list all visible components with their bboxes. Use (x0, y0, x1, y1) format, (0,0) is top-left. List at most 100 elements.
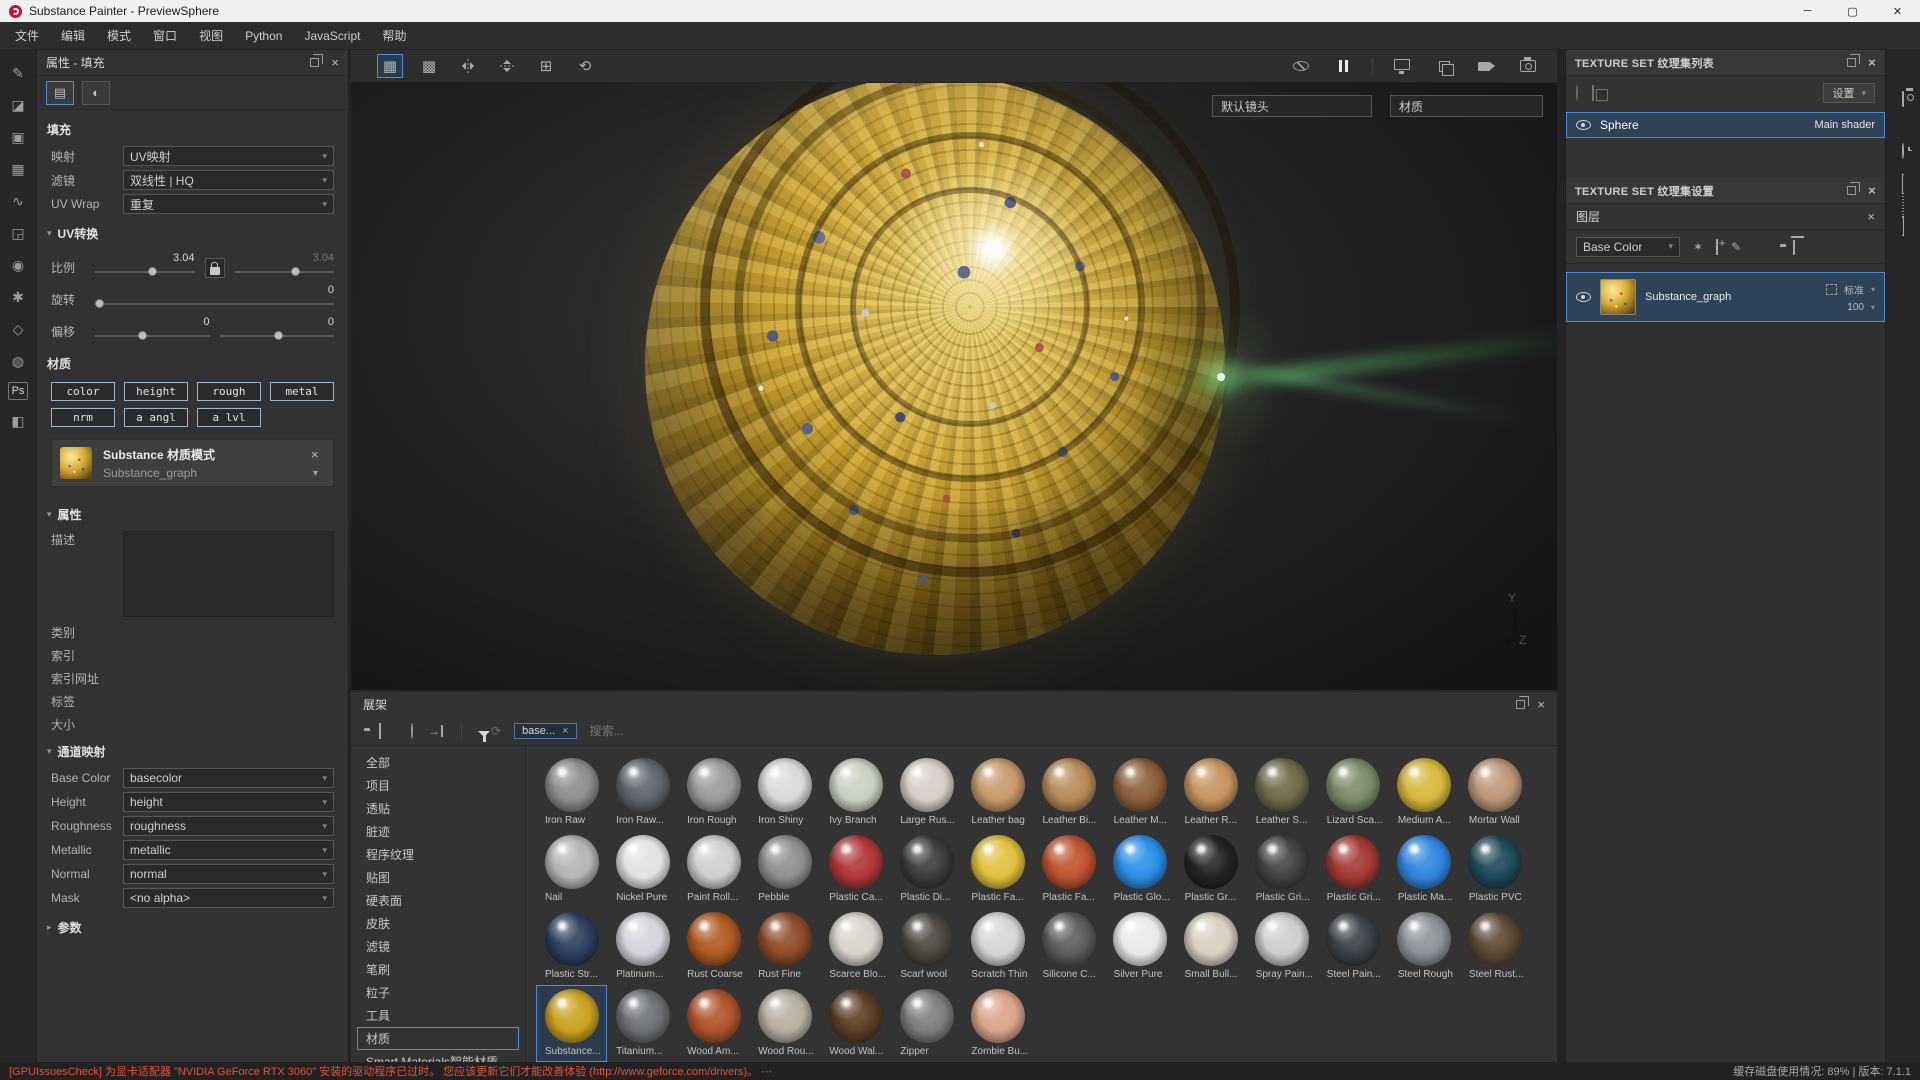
material-item[interactable]: Leather Bi... (1033, 754, 1104, 831)
material-mode-button[interactable]: ◐ (82, 81, 110, 105)
texture-set-row[interactable]: Sphere Main shader (1566, 112, 1885, 138)
channel-button[interactable]: color (51, 382, 115, 401)
mirror-vertical-icon[interactable] (495, 53, 519, 79)
shelf-category[interactable]: 笔刷 (357, 958, 519, 981)
material-item[interactable]: Platinum... (607, 908, 678, 985)
shelf-category[interactable]: 滤镜 (357, 935, 519, 958)
material-item[interactable]: Iron Shiny (749, 754, 820, 831)
material-item[interactable]: Scratch Thin (962, 908, 1033, 985)
tool-icon[interactable]: ◉ (6, 254, 30, 276)
offset-slider-2[interactable] (220, 330, 335, 342)
material-item[interactable]: Plastic Str... (536, 908, 607, 985)
shading-dropdown[interactable]: 材质 (1390, 95, 1543, 117)
mask-placeholder-icon[interactable] (1826, 284, 1837, 295)
shelf-category[interactable]: 透贴 (357, 797, 519, 820)
channel-dropdown[interactable]: height (123, 792, 334, 812)
viewport-layout-icon[interactable] (1431, 54, 1457, 78)
shelf-category[interactable]: 全部 (357, 751, 519, 774)
channel-select-dropdown[interactable]: Base Color (1576, 237, 1680, 257)
tiling-icon[interactable]: ▦ (377, 54, 403, 78)
material-item[interactable]: Leather S... (1247, 754, 1318, 831)
material-item[interactable]: Plastic Fa... (1033, 831, 1104, 908)
material-item[interactable]: Wood Rou... (749, 985, 820, 1062)
material-item[interactable]: Mortar Wall (1460, 754, 1531, 831)
channel-dropdown[interactable]: roughness (123, 816, 334, 836)
menu-item[interactable]: 文件 (4, 22, 50, 49)
shelf-category[interactable]: 硬表面 (357, 889, 519, 912)
visibility-filter-icon[interactable] (1576, 86, 1578, 100)
chevron-down-icon[interactable]: ▼ (311, 468, 325, 478)
magic-wand-icon[interactable]: ✶ (1693, 240, 1703, 254)
scale-slider-2[interactable] (235, 266, 335, 278)
close-panel-icon[interactable]: × (331, 56, 339, 69)
channel-dropdown[interactable]: <no alpha> (123, 888, 334, 908)
pause-engine-icon[interactable] (1330, 54, 1356, 78)
camera-dock-icon[interactable] (1902, 92, 1904, 106)
shelf-category[interactable]: 脏迹 (357, 820, 519, 843)
material-item[interactable]: Leather bag (962, 754, 1033, 831)
tool-icon[interactable]: ◲ (6, 222, 30, 244)
rotation-slider[interactable] (95, 298, 334, 310)
preview-sphere-3d[interactable] (645, 83, 1225, 655)
shelf-category[interactable]: 贴图 (357, 866, 519, 889)
scale-slider[interactable] (95, 266, 195, 278)
material-item[interactable]: Plastic Ca... (820, 831, 891, 908)
material-item[interactable]: Leather M... (1105, 754, 1176, 831)
material-item[interactable]: Nickel Pure (607, 831, 678, 908)
material-item[interactable]: Zombie Bu... (962, 985, 1033, 1062)
material-item[interactable]: Spray Pain... (1247, 908, 1318, 985)
layer-opacity[interactable]: 100 (1847, 302, 1864, 313)
history-dock-icon[interactable] (1902, 144, 1904, 158)
tool-icon[interactable]: ◧ (6, 410, 30, 432)
material-item[interactable]: Plastic Gr... (1176, 831, 1247, 908)
material-item[interactable]: Iron Rough (678, 754, 749, 831)
tool-icon[interactable]: ▣ (6, 126, 30, 148)
channel-button[interactable]: height (124, 382, 188, 401)
search-input[interactable]: 搜索... (590, 722, 624, 739)
material-item[interactable]: Steel Rough (1389, 908, 1460, 985)
property-dropdown[interactable]: 双线性 | HQ (123, 170, 334, 190)
channel-button[interactable]: a lvl (197, 408, 261, 427)
lattice-icon[interactable]: ▩ (416, 54, 442, 78)
property-dropdown[interactable]: 重复 (123, 194, 334, 214)
float-panel-icon[interactable] (1516, 700, 1525, 709)
shelf-category[interactable]: 项目 (357, 774, 519, 797)
tool-icon[interactable]: ▦ (6, 158, 30, 180)
new-resource-icon[interactable] (379, 724, 381, 738)
search-filter-chip[interactable]: base... × (514, 723, 576, 739)
camera-view-icon[interactable] (1473, 54, 1499, 78)
material-item[interactable]: Silicone C... (1033, 908, 1104, 985)
fill-mode-button[interactable]: ▤ (46, 81, 74, 105)
channel-button[interactable]: metal (270, 382, 334, 401)
history-icon[interactable]: ⟲ (572, 54, 598, 78)
material-item[interactable]: Leather R... (1176, 754, 1247, 831)
camera-dropdown[interactable]: 默认镜头 (1212, 95, 1372, 117)
delete-layer-icon[interactable] (1793, 240, 1795, 254)
material-item[interactable]: Plastic Di... (891, 831, 962, 908)
viewport-3d[interactable]: 默认镜头 材质 Y Z (351, 83, 1557, 690)
menu-item[interactable]: 编辑 (50, 22, 96, 49)
channel-dropdown[interactable]: normal (123, 864, 334, 884)
menu-item[interactable]: JavaScript (293, 22, 371, 49)
material-item[interactable]: Substance... (536, 985, 607, 1062)
tool-icon[interactable]: ∿ (6, 190, 30, 212)
shelf-category[interactable]: 材质 (357, 1027, 519, 1050)
layer-row[interactable]: Substance_graph 标准 100 (1566, 272, 1885, 322)
add-layer-icon[interactable] (1716, 240, 1718, 254)
material-item[interactable]: Large Rus... (891, 754, 962, 831)
material-item[interactable]: Plastic Gri... (1318, 831, 1389, 908)
material-item[interactable]: Scarce Blo... (820, 908, 891, 985)
menu-item[interactable]: 帮助 (371, 22, 417, 49)
tool-icon[interactable]: ◇ (6, 318, 30, 340)
material-item[interactable]: Pebble (749, 831, 820, 908)
close-panel-icon[interactable]: × (1537, 698, 1545, 711)
material-item[interactable]: Lizard Sca... (1318, 754, 1389, 831)
tool-icon[interactable]: Ps (8, 382, 28, 400)
settings-button[interactable]: 设置 (1823, 83, 1875, 103)
material-item[interactable]: Silver Pure (1105, 908, 1176, 985)
shelf-category[interactable]: 皮肤 (357, 912, 519, 935)
close-button[interactable]: ✕ (1875, 0, 1920, 22)
screenshot-icon[interactable] (1515, 54, 1541, 78)
material-item[interactable]: Rust Coarse (678, 908, 749, 985)
close-panel-icon[interactable]: × (1868, 184, 1876, 197)
